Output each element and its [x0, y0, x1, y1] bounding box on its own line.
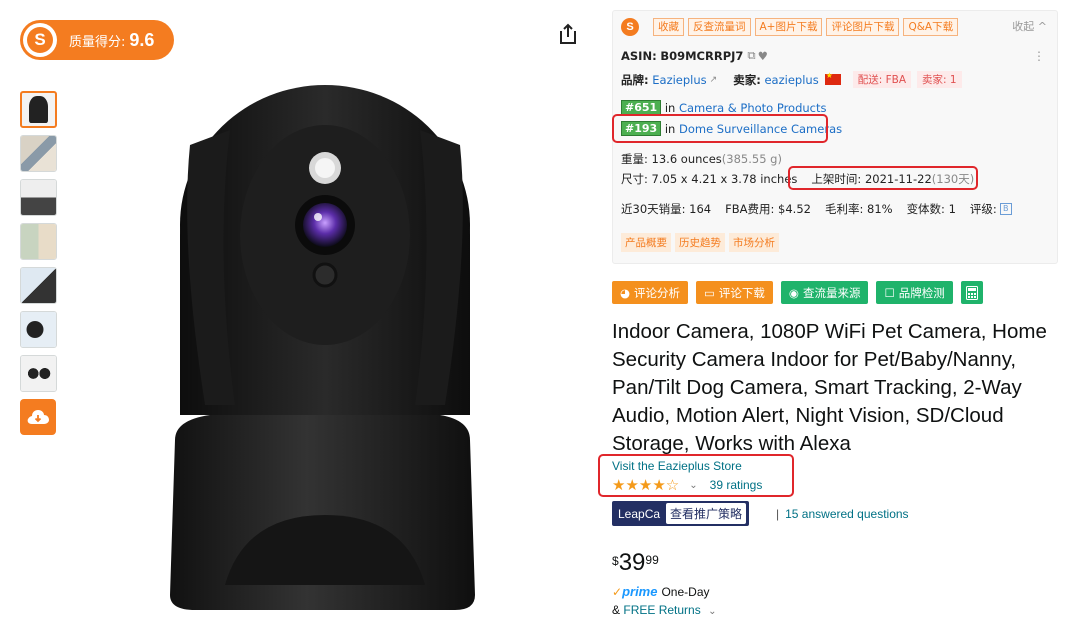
qa-row: | 15 answered questions [776, 507, 909, 521]
price: $ 39 99 [612, 549, 659, 576]
store-link[interactable]: Visit the Eazieplus Store [612, 459, 742, 473]
share-icon[interactable] [556, 22, 580, 46]
calculator-icon[interactable] [960, 281, 983, 304]
tab-favorite[interactable]: 收藏 [653, 18, 684, 36]
rating-grade-button[interactable]: B [999, 203, 1012, 215]
thumbnail-7[interactable] [20, 355, 57, 392]
ratings-count-link[interactable]: 39 ratings [710, 478, 763, 492]
tab-reverse-keywords[interactable]: 反查流量词 [688, 18, 751, 36]
free-returns-link[interactable]: FREE Returns [623, 603, 700, 617]
star-rating[interactable]: ★★★★☆ [612, 476, 679, 494]
copy-icon[interactable]: ⧉ [747, 48, 755, 63]
tab-review-images[interactable]: 评论图片下载 [826, 18, 900, 36]
rating-row: ★★★★☆ ⌄ 39 ratings [612, 476, 762, 494]
prime-logo: prime [622, 584, 658, 599]
returns-row: & FREE Returns ⌄ [612, 603, 717, 617]
product-image[interactable] [150, 85, 500, 620]
view-promo-strategy-button[interactable]: 查看推广策略 [666, 503, 747, 524]
thumbnail-3[interactable] [20, 179, 57, 216]
thumbnail-5[interactable] [20, 267, 57, 304]
seller-link[interactable]: eazieplus [764, 73, 818, 87]
review-analysis-button[interactable]: ◕ 评论分析 [612, 281, 689, 304]
pie-icon: ◕ [620, 285, 631, 300]
quality-score-badge[interactable]: S 质量得分: 9.6 [20, 20, 174, 60]
plugin-action-bar: ◕ 评论分析 ▭ 评论下载 ◉ 查流量来源 ☐ 品牌检测 [612, 281, 983, 304]
tab-product-overview[interactable]: 产品概要 [621, 233, 671, 252]
thumbnail-1[interactable] [20, 91, 57, 128]
tab-market-analysis[interactable]: 市场分析 [729, 233, 779, 252]
plugin-logo-icon: S [621, 18, 639, 36]
image-thumbnails [20, 91, 58, 435]
stats-row: 近30天销量: 164 FBA费用: $4.52 毛利率: 81% 变体数: 1… [621, 201, 1012, 217]
highlight-listed-date-box [788, 166, 978, 190]
cloud-download-icon[interactable] [20, 399, 56, 435]
fulfillment-tag: 配送: FBA [852, 71, 912, 88]
weight-row: 重量: 13.6 ounces (385.55 g) [621, 152, 782, 166]
answered-questions-link[interactable]: 15 answered questions [785, 507, 908, 521]
thumbnail-4[interactable] [20, 223, 57, 260]
tab-aplus-download[interactable]: A+图片下载 [754, 18, 823, 36]
rank-category-link-1[interactable]: Camera & Photo Products [679, 101, 827, 115]
tab-qa-download[interactable]: Q&A下载 [903, 18, 959, 36]
brand-link[interactable]: Eazieplus [652, 73, 706, 87]
seller-count-tag: 卖家: 1 [917, 71, 962, 88]
brand-row: 品牌: Eazieplus ↗ 卖家: eazieplus 配送: FBA 卖家… [621, 71, 962, 88]
brand-check-button[interactable]: ☐ 品牌检测 [876, 281, 953, 304]
thumbnail-6[interactable] [20, 311, 57, 348]
traffic-source-button[interactable]: ◉ 查流量来源 [780, 281, 869, 304]
comment-icon: ▭ [704, 285, 715, 300]
prime-check-icon: ✓ [612, 584, 623, 599]
quality-score-value: 9.6 [129, 29, 155, 50]
tab-history-trend[interactable]: 历史趋势 [675, 233, 725, 252]
asin-value: B09MCRRPJ7 [660, 48, 744, 63]
returns-chevron-icon[interactable]: ⌄ [708, 606, 716, 617]
compass-icon: ◉ [788, 285, 799, 300]
more-icon[interactable]: ⋮ [1033, 49, 1045, 63]
external-link-icon[interactable]: ↗ [710, 75, 718, 85]
collapse-button[interactable]: 收起 ^ [1012, 18, 1047, 34]
asin-row: ASIN: B09MCRRPJ7 ⧉ ♥ [621, 48, 768, 63]
plugin-bottom-tabs: 产品概要 历史趋势 市场分析 [621, 233, 783, 252]
highlight-rank-box [612, 114, 828, 143]
heart-icon[interactable]: ♥ [758, 49, 768, 63]
product-title: Indoor Camera, 1080P WiFi Pet Camera, Ho… [612, 320, 1047, 455]
square-icon: ☐ [884, 285, 895, 300]
review-download-button[interactable]: ▭ 评论下载 [696, 281, 773, 304]
prime-row: ✓ prime One-Day [612, 584, 710, 599]
leapca-widget: LeapCa 查看推广策略 [612, 501, 750, 526]
thumbnail-2[interactable] [20, 135, 57, 172]
rank-row-1: #651 in Camera & Photo Products [621, 100, 827, 115]
chevron-down-icon[interactable]: ⌄ [689, 480, 697, 491]
quality-score-label: 质量得分: [69, 34, 126, 50]
leapca-label: LeapCa [618, 506, 661, 521]
china-flag-icon [824, 71, 841, 85]
plugin-logo-icon: S [23, 23, 57, 57]
plugin-toolbar: S 收藏 反查流量词 A+图片下载 评论图片下载 Q&A下载 [621, 18, 962, 36]
